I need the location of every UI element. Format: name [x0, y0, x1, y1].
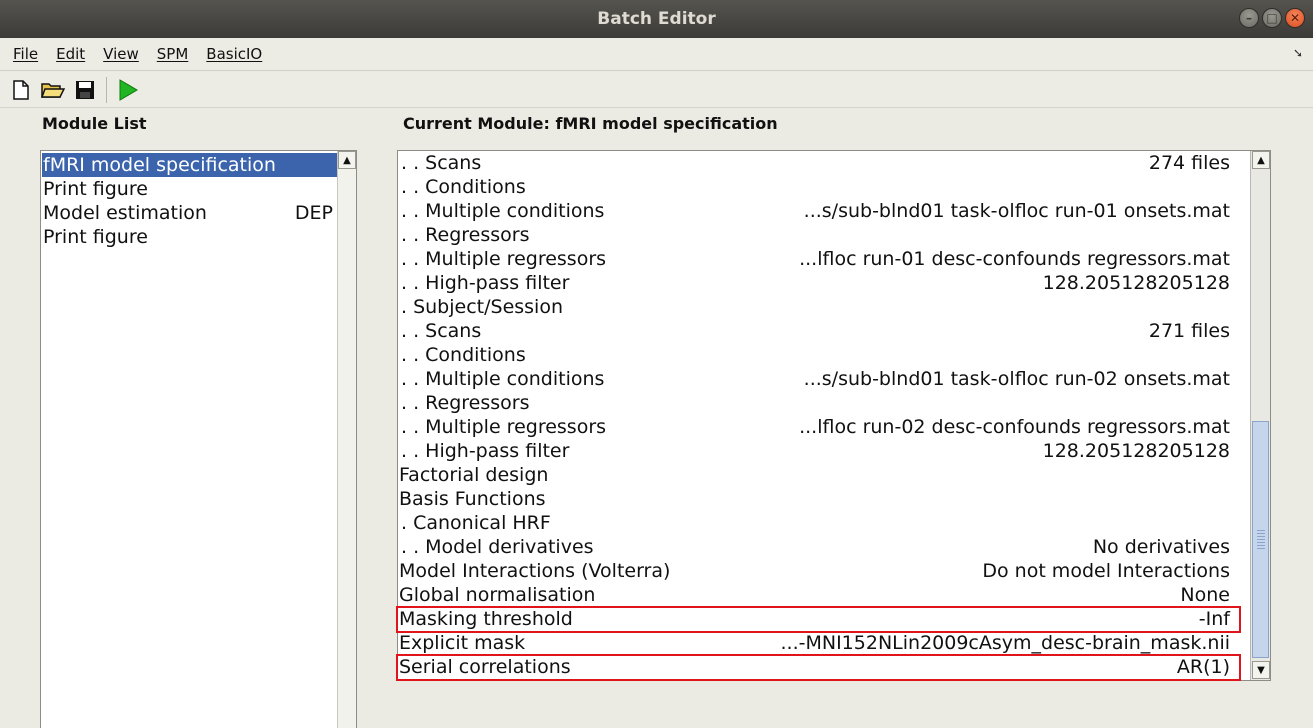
- module-detail-scrollbar[interactable]: ▲ ▼: [1250, 151, 1270, 680]
- current-module-label: Current Module: fMRI model specification: [403, 114, 778, 133]
- row-label: . . Model derivatives: [401, 536, 594, 558]
- row-value: ...-MNI152NLin2009cAsym_desc-brain_mask.…: [780, 632, 1231, 654]
- detail-row[interactable]: . . Model derivatives No derivatives: [399, 535, 1232, 559]
- row-value: ...s/sub-blnd01 task-olfloc run-01 onset…: [803, 200, 1230, 222]
- detail-row[interactable]: Global normalisation None: [399, 583, 1232, 607]
- row-label: Explicit mask: [399, 632, 526, 654]
- run-icon[interactable]: [115, 77, 141, 103]
- detail-row[interactable]: . . Conditions: [399, 175, 1232, 199]
- row-label: Global normalisation: [399, 584, 596, 606]
- detail-row[interactable]: . . Regressors: [399, 391, 1232, 415]
- detail-row[interactable]: Serial correlations AR(1): [399, 655, 1232, 679]
- detail-row[interactable]: . Subject/Session: [399, 295, 1232, 319]
- row-label: Serial correlations: [399, 656, 571, 678]
- detail-row[interactable]: . . Scans 274 files: [399, 151, 1232, 175]
- window-controls: – □ ✕: [1239, 8, 1305, 28]
- row-label: . . High-pass filter: [401, 440, 570, 462]
- row-label: . . High-pass filter: [401, 272, 570, 294]
- title-bar: Batch Editor – □ ✕: [0, 0, 1313, 38]
- row-label: Factorial design: [399, 464, 549, 486]
- module-list-label: Module List: [42, 114, 147, 133]
- row-value: No derivatives: [1092, 536, 1230, 558]
- detail-row[interactable]: . . Conditions: [399, 343, 1232, 367]
- row-value: 271 files: [1148, 320, 1230, 342]
- detail-row[interactable]: . . Multiple regressors ...lfloc run-02 d…: [399, 415, 1232, 439]
- row-label: . . Multiple regressors: [401, 248, 607, 270]
- detail-row[interactable]: Factorial design: [399, 463, 1232, 487]
- row-label: . . Scans: [401, 320, 482, 342]
- row-label: Masking threshold: [399, 608, 573, 630]
- row-label: . . Multiple conditions: [401, 368, 605, 390]
- row-label: . . Regressors: [401, 392, 530, 414]
- menu-overflow-icon[interactable]: ➘: [1293, 46, 1303, 60]
- scrollbar-thumb[interactable]: [1252, 421, 1269, 658]
- detail-row[interactable]: . . Scans 271 files: [399, 319, 1232, 343]
- module-list-scrollbar[interactable]: ▲: [337, 151, 356, 728]
- row-value: 128.205128205128: [1042, 272, 1230, 294]
- module-list[interactable]: fMRI model specification Print figure Mo…: [40, 150, 357, 728]
- detail-row[interactable]: . . Multiple regressors ...lfloc run-01 d…: [399, 247, 1232, 271]
- close-icon[interactable]: ✕: [1285, 8, 1305, 28]
- module-list-item[interactable]: fMRI model specification: [42, 153, 337, 177]
- detail-row[interactable]: Masking threshold -Inf: [399, 607, 1232, 631]
- row-value: None: [1180, 584, 1230, 606]
- toolbar: [0, 72, 1313, 108]
- row-label: . Canonical HRF: [401, 512, 551, 534]
- row-label: . . Multiple conditions: [401, 200, 605, 222]
- menu-file[interactable]: File: [4, 45, 47, 63]
- menu-bar: File Edit View SPM BasicIO ➘: [0, 38, 1313, 71]
- detail-row[interactable]: . Canonical HRF: [399, 511, 1232, 535]
- module-list-item[interactable]: Print figure: [42, 177, 337, 201]
- row-value: ...lfloc run-02 desc-confounds regressor…: [799, 416, 1230, 438]
- module-name: Model estimation: [43, 202, 207, 224]
- detail-row[interactable]: . . Regressors: [399, 223, 1232, 247]
- detail-row[interactable]: Basis Functions: [399, 487, 1232, 511]
- row-label: . . Multiple regressors: [401, 416, 607, 438]
- minimize-icon[interactable]: –: [1239, 8, 1259, 28]
- module-name: Print figure: [43, 178, 148, 200]
- menu-edit[interactable]: Edit: [47, 45, 94, 63]
- scroll-down-icon[interactable]: ▼: [1252, 661, 1270, 679]
- toolbar-separator: [106, 76, 107, 103]
- row-value: -Inf: [1198, 608, 1230, 630]
- window-title: Batch Editor: [597, 9, 716, 29]
- detail-row[interactable]: . . Multiple conditions ...s/sub-blnd01 t…: [399, 199, 1232, 223]
- new-file-icon[interactable]: [8, 77, 34, 103]
- row-label: . . Regressors: [401, 224, 530, 246]
- menu-basicio[interactable]: BasicIO: [197, 45, 271, 63]
- module-name: fMRI model specification: [43, 154, 276, 176]
- row-label: . Subject/Session: [401, 296, 564, 318]
- row-label: Basis Functions: [399, 488, 546, 510]
- detail-row[interactable]: . . Multiple conditions ...s/sub-blnd01 t…: [399, 367, 1232, 391]
- module-list-item[interactable]: Print figure: [42, 225, 337, 249]
- row-value: 128.205128205128: [1042, 440, 1230, 462]
- row-label: . . Conditions: [401, 176, 526, 198]
- detail-row[interactable]: . . High-pass filter 128.205128205128: [399, 439, 1232, 463]
- row-label: . . Conditions: [401, 344, 526, 366]
- module-list-item[interactable]: Model estimation DEP: [42, 201, 337, 225]
- detail-row[interactable]: Model Interactions (Volterra) Do not mode…: [399, 559, 1232, 583]
- scroll-up-icon[interactable]: ▲: [1252, 151, 1270, 169]
- module-dep-flag: DEP: [294, 202, 333, 224]
- row-value: ...lfloc run-01 desc-confounds regressor…: [799, 248, 1230, 270]
- scrollbar-grip-icon: [1257, 530, 1265, 550]
- module-detail-list[interactable]: . . Scans 274 files . . Conditions . . Mu…: [396, 150, 1271, 681]
- row-value: AR(1): [1176, 656, 1230, 678]
- save-icon[interactable]: [72, 77, 98, 103]
- scroll-up-icon[interactable]: ▲: [338, 151, 356, 169]
- open-folder-icon[interactable]: [40, 77, 66, 103]
- row-value: ...s/sub-blnd01 task-olfloc run-02 onset…: [803, 368, 1230, 390]
- row-value: 274 files: [1148, 152, 1230, 174]
- row-label: . . Scans: [401, 152, 482, 174]
- menu-spm[interactable]: SPM: [148, 45, 198, 63]
- module-name: Print figure: [43, 226, 148, 248]
- row-value: Do not model Interactions: [982, 560, 1230, 582]
- menu-view[interactable]: View: [94, 45, 148, 63]
- row-label: Model Interactions (Volterra): [399, 560, 671, 582]
- maximize-icon[interactable]: □: [1262, 8, 1282, 28]
- detail-row[interactable]: Explicit mask ...-MNI152NLin2009cAsym_des…: [399, 631, 1232, 655]
- detail-row[interactable]: . . High-pass filter 128.205128205128: [399, 271, 1232, 295]
